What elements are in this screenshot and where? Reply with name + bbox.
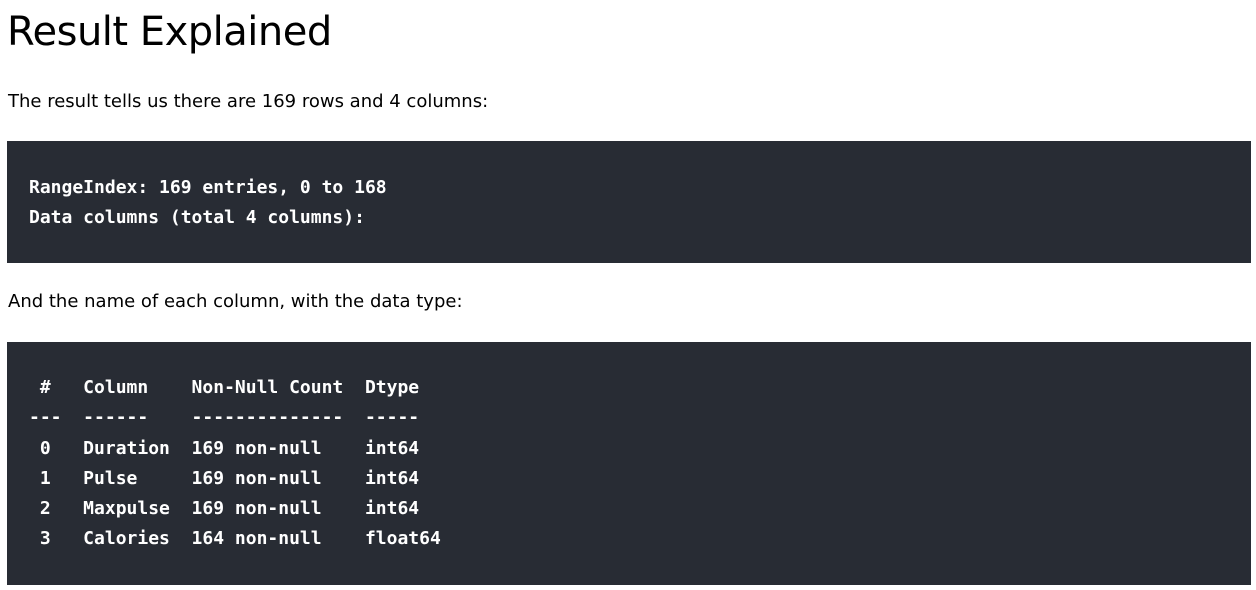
columns-paragraph: And the name of each column, with the da… — [8, 291, 463, 312]
code-line-row: 3 Calories 164 non-null float64 — [29, 528, 441, 550]
code-line: Data columns (total 4 columns): — [29, 207, 365, 229]
code-line-separator: --- ------ -------------- ----- — [29, 407, 420, 429]
page-title: Result Explained — [7, 9, 332, 55]
code-line-row: 0 Duration 169 non-null int64 — [29, 437, 420, 459]
code-line: RangeIndex: 169 entries, 0 to 168 — [29, 177, 387, 198]
code-line-row: 2 Maxpulse 169 non-null int64 — [29, 498, 420, 520]
code-block-range-index: RangeIndex: 169 entries, 0 to 168 Data c… — [7, 141, 1251, 263]
code-line-header: # Column Non-Null Count Dtype — [29, 377, 420, 398]
code-block-column-info: # Column Non-Null Count Dtype --- ------… — [7, 342, 1251, 585]
code-line-row: 1 Pulse 169 non-null int64 — [29, 467, 420, 489]
intro-paragraph: The result tells us there are 169 rows a… — [8, 91, 489, 112]
